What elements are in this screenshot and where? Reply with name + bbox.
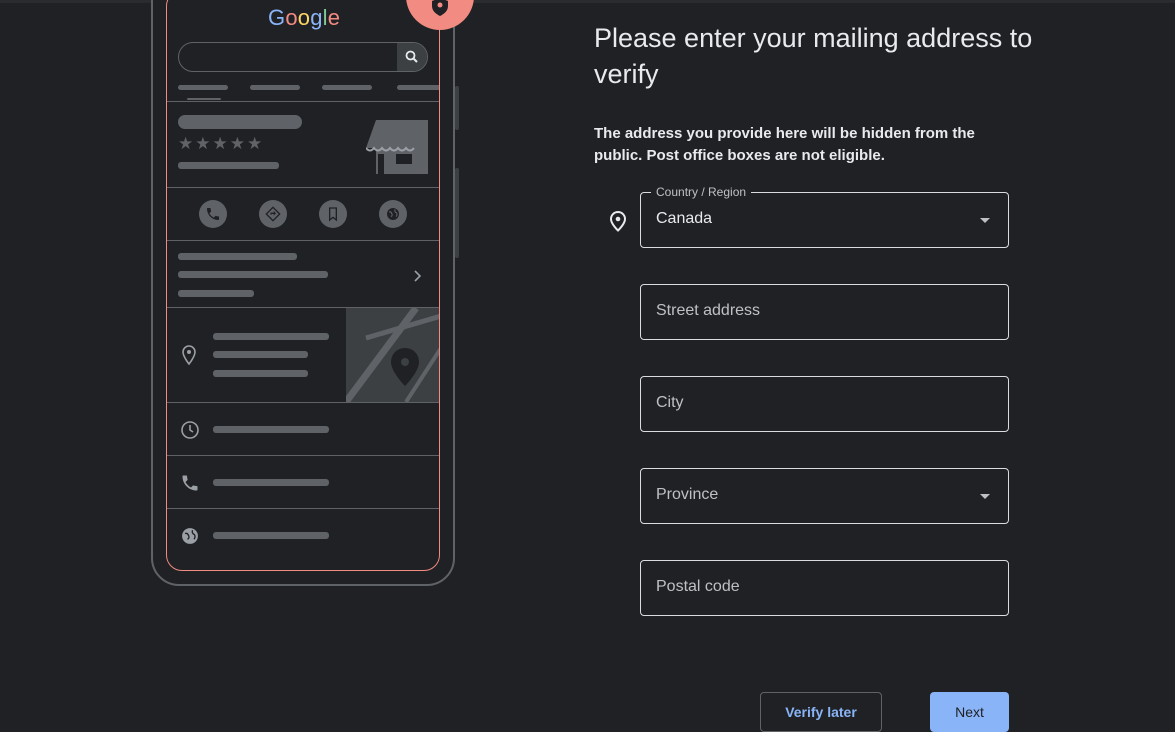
storefront-icon <box>366 120 428 174</box>
illustration-website-action <box>379 200 407 228</box>
illustration-divider <box>167 455 439 456</box>
dropdown-caret-icon <box>980 218 990 223</box>
postal-code-placeholder: Postal code <box>656 578 740 595</box>
city-placeholder: City <box>656 394 684 411</box>
google-logo-letter: G <box>268 5 286 30</box>
illustration-divider <box>167 101 439 102</box>
illustration-rating-stars: ★★★★★ <box>178 134 265 153</box>
phone-illustration-screen: Google ★★★★★ <box>166 0 440 571</box>
illustration-placeholder-line <box>213 370 308 377</box>
illustration-call-action <box>199 200 227 228</box>
google-logo-letter: o <box>297 5 311 30</box>
directions-icon <box>265 206 281 222</box>
illustration-business-name <box>178 115 302 129</box>
illustration-placeholder-line <box>178 271 328 278</box>
page-title: Please enter your mailing address to ver… <box>594 23 1033 89</box>
clock-icon <box>181 421 199 439</box>
illustration-search-box <box>178 42 428 72</box>
illustration-save-action <box>319 200 347 228</box>
google-logo-letter: g <box>310 5 323 30</box>
illustration-placeholder-line <box>178 290 254 297</box>
google-logo: Google <box>268 5 340 31</box>
illustration-tab <box>397 85 439 90</box>
illustration-divider <box>167 508 439 509</box>
illustration-map-thumbnail <box>346 308 439 402</box>
bookmark-icon <box>329 207 337 222</box>
country-region-value: Canada <box>656 210 713 227</box>
country-region-select[interactable]: Country / Region Canada <box>640 185 1009 248</box>
illustration-tab <box>250 85 300 90</box>
street-address-placeholder: Street address <box>656 302 761 319</box>
location-pin-icon <box>182 345 196 365</box>
illustration-placeholder-line <box>213 351 308 358</box>
country-region-label: Country / Region <box>651 185 752 199</box>
next-button[interactable]: Next <box>930 692 1009 732</box>
illustration-directions-action <box>259 200 287 228</box>
location-pin-icon <box>609 210 627 232</box>
city-field[interactable]: City <box>640 376 1009 432</box>
illustration-placeholder-line <box>213 426 329 433</box>
illustration-placeholder-line <box>213 333 329 340</box>
phone-icon <box>207 208 219 220</box>
province-placeholder: Province <box>656 486 719 503</box>
globe-icon <box>182 528 198 544</box>
google-logo-letter: o <box>285 5 298 30</box>
globe-icon <box>387 208 399 220</box>
shield-icon <box>432 0 448 16</box>
illustration-divider <box>167 402 439 403</box>
search-icon <box>405 50 418 63</box>
illustration-divider <box>167 187 439 188</box>
illustration-placeholder-line <box>213 479 329 486</box>
postal-code-field[interactable]: Postal code <box>640 560 1009 616</box>
illustration-tab <box>178 85 228 90</box>
phone-side-button <box>455 168 459 258</box>
dropdown-caret-icon <box>980 494 990 499</box>
map-roads <box>346 308 439 402</box>
illustration-search-button <box>397 43 427 71</box>
illustration-tab <box>322 85 372 90</box>
illustration-tab-indicator <box>187 98 221 100</box>
phone-icon <box>182 475 198 491</box>
street-address-field[interactable]: Street address <box>640 284 1009 340</box>
chevron-right-icon <box>414 270 422 282</box>
verify-later-button[interactable]: Verify later <box>760 692 882 732</box>
illustration-placeholder-line <box>178 253 297 260</box>
illustration-placeholder-line <box>213 532 329 539</box>
page-subtitle: The address you provide here will be hid… <box>594 125 975 164</box>
illustration-subtext <box>178 162 279 169</box>
illustration-divider <box>167 240 439 241</box>
province-select[interactable]: Province <box>640 468 1009 524</box>
phone-side-button <box>455 86 459 130</box>
google-logo-letter: e <box>327 5 341 30</box>
